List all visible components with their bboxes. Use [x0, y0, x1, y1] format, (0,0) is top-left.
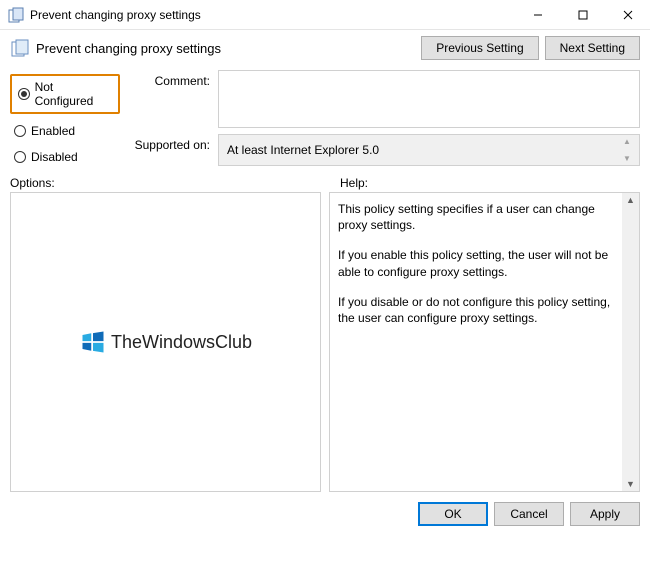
section-labels: Options: Help: [0, 172, 650, 192]
help-pane: This policy setting specifies if a user … [329, 192, 640, 492]
help-paragraph: This policy setting specifies if a user … [338, 201, 631, 233]
help-paragraph: If you disable or do not configure this … [338, 294, 631, 326]
apply-button[interactable]: Apply [570, 502, 640, 526]
supported-on-value: At least Internet Explorer 5.0 [227, 143, 379, 157]
radio-group: Not Configured Enabled Disabled [10, 70, 120, 166]
previous-setting-button[interactable]: Previous Setting [421, 36, 538, 60]
dialog-footer: OK Cancel Apply [0, 492, 650, 536]
options-label: Options: [10, 176, 340, 190]
watermark: TheWindowsClub [79, 328, 252, 356]
radio-not-configured[interactable]: Not Configured [10, 74, 120, 114]
panes: TheWindowsClub This policy setting speci… [0, 192, 650, 492]
policy-icon [10, 38, 30, 58]
app-icon [8, 7, 24, 23]
header-title: Prevent changing proxy settings [36, 41, 421, 56]
ok-button[interactable]: OK [418, 502, 488, 526]
help-label: Help: [340, 176, 368, 190]
help-paragraph: If you enable this policy setting, the u… [338, 247, 631, 279]
title-bar: Prevent changing proxy settings [0, 0, 650, 30]
radio-label: Disabled [31, 150, 78, 164]
radio-label: Not Configured [35, 80, 112, 108]
minimize-button[interactable] [515, 0, 560, 30]
config-area: Not Configured Enabled Disabled Comment:… [0, 70, 650, 172]
options-pane: TheWindowsClub [10, 192, 321, 492]
radio-dot-icon [18, 88, 30, 100]
next-setting-button[interactable]: Next Setting [545, 36, 640, 60]
header-row: Prevent changing proxy settings Previous… [0, 30, 650, 70]
radio-circle-icon [14, 151, 26, 163]
radio-circle-icon [14, 125, 26, 137]
scroll-arrows-icon: ▲▼ [623, 137, 637, 163]
close-button[interactable] [605, 0, 650, 30]
comment-textarea[interactable] [218, 70, 640, 128]
windows-logo-icon [79, 328, 107, 356]
cancel-button[interactable]: Cancel [494, 502, 564, 526]
supported-on-label: Supported on: [130, 134, 210, 152]
watermark-text: TheWindowsClub [111, 332, 252, 353]
help-scrollbar[interactable]: ▲▼ [622, 193, 639, 491]
window-controls [515, 0, 650, 30]
scroll-down-icon: ▼ [626, 479, 635, 489]
window-title: Prevent changing proxy settings [30, 8, 515, 22]
radio-label: Enabled [31, 124, 75, 138]
comment-label: Comment: [130, 70, 210, 88]
supported-on-box: At least Internet Explorer 5.0 ▲▼ [218, 134, 640, 166]
maximize-button[interactable] [560, 0, 605, 30]
radio-disabled[interactable]: Disabled [10, 148, 120, 166]
radio-enabled[interactable]: Enabled [10, 122, 120, 140]
scroll-up-icon: ▲ [626, 195, 635, 205]
